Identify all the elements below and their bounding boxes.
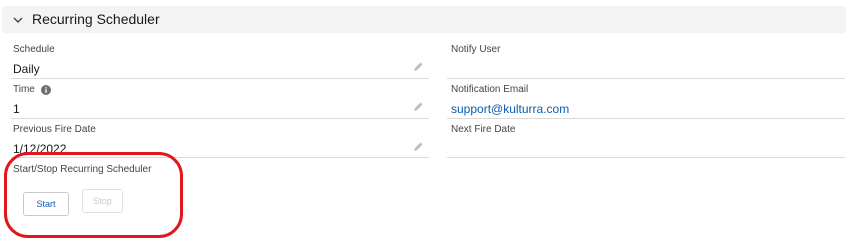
section-title: Recurring Scheduler	[32, 11, 160, 27]
notification-email-link[interactable]: support@kulturra.com	[451, 102, 569, 116]
notification-email-field: Notification Email support@kulturra.com	[451, 84, 569, 116]
time-field: Time 1	[13, 84, 51, 116]
schedule-field: Schedule Daily	[13, 44, 55, 76]
info-icon[interactable]	[40, 84, 51, 95]
next-fire-date-field: Next Fire Date	[451, 124, 515, 142]
time-value: 1	[13, 102, 20, 116]
field-divider	[11, 118, 429, 119]
next-fire-date-label: Next Fire Date	[451, 124, 516, 135]
notification-email-label: Notification Email	[451, 84, 529, 95]
field-divider	[447, 78, 845, 79]
schedule-value: Daily	[13, 62, 40, 76]
edit-previous-fire-date-icon[interactable]	[412, 141, 424, 153]
field-divider	[11, 78, 429, 79]
notify-user-label: Notify User	[451, 44, 501, 55]
previous-fire-date-label: Previous Fire Date	[13, 124, 96, 135]
field-divider	[447, 118, 845, 119]
edit-schedule-icon[interactable]	[412, 61, 424, 73]
time-label: Time	[13, 84, 35, 95]
section-header[interactable]: Recurring Scheduler	[2, 6, 846, 33]
schedule-label: Schedule	[13, 44, 55, 55]
chevron-down-icon[interactable]	[12, 14, 24, 26]
highlight-annotation	[4, 152, 183, 238]
notify-user-field: Notify User	[451, 44, 500, 62]
edit-time-icon[interactable]	[412, 101, 424, 113]
field-divider	[447, 157, 845, 158]
